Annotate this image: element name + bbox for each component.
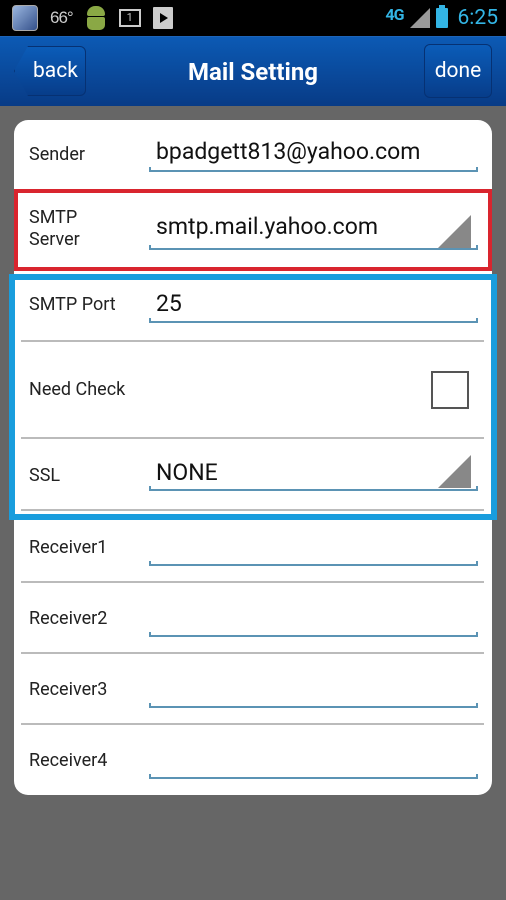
network-4g-icon: 4G [385,5,404,24]
sender-label: Sender [29,144,85,165]
ssl-label: SSL [29,465,61,486]
sender-row: Sender bpadgett813@yahoo.com [14,120,492,190]
play-store-icon [152,7,173,29]
back-button[interactable]: back [14,46,86,96]
divider [21,652,484,654]
battery-icon [435,5,448,28]
smtp-server-label: SMTP Server [29,207,80,251]
ssl-value: NONE [156,459,218,486]
weather-temperature: 66° [50,8,74,27]
receiver1-label: Receiver1 [29,537,108,558]
receiver2-underline [149,632,478,637]
ssl-underline [149,486,478,491]
receiver1-underline [149,561,478,566]
receiver4-row: Receiver4 [14,733,492,793]
receiver3-input[interactable] [149,662,478,712]
ssl-row: SSL NONE [14,439,492,509]
receiver4-input[interactable] [149,733,478,783]
ssl-spinner[interactable]: NONE [149,439,478,499]
app-notification-icon [12,5,38,31]
clock: 6:25 [457,6,499,30]
receiver2-row: Receiver2 [14,591,492,651]
need-check-row: Need Check [14,342,492,438]
receiver3-label: Receiver3 [29,679,108,700]
sender-underline [149,167,478,172]
smtp-port-label: SMTP Port [29,294,116,315]
calendar-icon: 1 [118,9,141,27]
dropdown-triangle-icon [438,455,471,488]
need-check-checkbox[interactable] [431,371,469,409]
sender-value: bpadgett813@yahoo.com [156,138,421,165]
smtp-server-row: SMTP Server smtp.mail.yahoo.com [14,193,492,268]
smtp-server-label-line2: Server [29,229,80,250]
smtp-port-input[interactable]: 25 [149,280,478,330]
receiver1-input[interactable] [149,520,478,570]
smtp-server-value: smtp.mail.yahoo.com [156,213,378,240]
navigation-bar: Mail Setting back done [0,36,506,106]
smtp-port-underline [149,318,478,323]
receiver1-row: Receiver1 [14,520,492,580]
smtp-server-label-line1: SMTP [29,207,78,228]
receiver3-row: Receiver3 [14,662,492,722]
receiver3-underline [149,703,478,708]
mail-settings-form: Sender bpadgett813@yahoo.com SMTP Server… [14,120,492,795]
divider [21,581,484,583]
receiver4-underline [149,774,478,779]
done-button[interactable]: done [424,44,492,98]
android-icon [85,5,107,31]
divider [21,723,484,725]
smtp-server-underline [149,245,478,250]
divider [21,509,484,511]
need-check-label: Need Check [29,379,126,400]
dropdown-triangle-icon [438,215,471,248]
status-bar: 66° 1 4G 6:25 [0,0,506,36]
receiver2-label: Receiver2 [29,608,108,629]
signal-icon [409,8,430,28]
receiver2-input[interactable] [149,591,478,641]
smtp-port-row: SMTP Port 25 [14,280,492,340]
sender-input[interactable]: bpadgett813@yahoo.com [149,120,478,180]
smtp-server-spinner[interactable]: smtp.mail.yahoo.com [149,193,478,258]
receiver4-label: Receiver4 [29,750,108,771]
smtp-port-value: 25 [156,290,182,317]
